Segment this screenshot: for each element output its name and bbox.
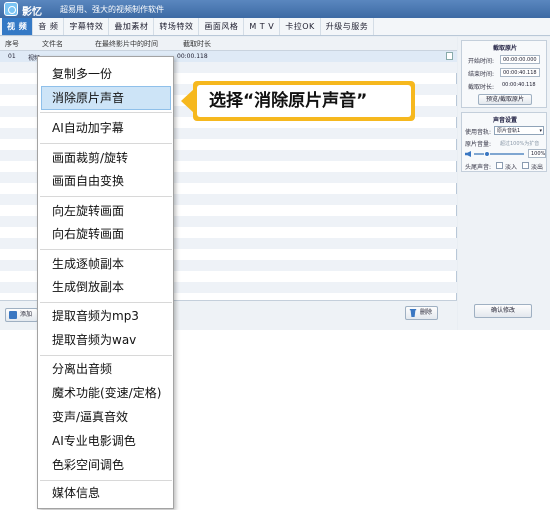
- app-logo-icon: [4, 2, 18, 16]
- trim-length-value: 00:00:40.118: [502, 82, 536, 88]
- add-video-button[interactable]: 添加: [5, 308, 39, 322]
- fade-in-label: 淡入: [505, 164, 518, 171]
- volume-value-input[interactable]: 100%: [528, 149, 546, 158]
- menu-item-separate-audio[interactable]: 分离出音频: [41, 357, 171, 381]
- add-video-label: 添加: [20, 311, 33, 318]
- start-time-input[interactable]: 00:00:00.000: [500, 55, 540, 64]
- end-time-label: 结束时间:: [468, 71, 495, 78]
- tab-karaoke[interactable]: 卡拉OK: [280, 18, 321, 35]
- volume-hint: 超过100%为扩音: [500, 141, 540, 147]
- app-name: 影忆: [22, 7, 42, 18]
- preview-trim-button[interactable]: 预览/截取原片: [478, 94, 532, 105]
- column-header-filename[interactable]: 文件名: [42, 39, 63, 49]
- trim-group: 截取原片 开始时间: 00:00:00.000 结束时间: 00:00:40.1…: [461, 40, 547, 108]
- track-label: 使用音轨:: [465, 129, 492, 136]
- end-time-input[interactable]: 00:00:40.118: [500, 68, 540, 77]
- column-header-timeline[interactable]: 在最终影片中的时间: [95, 39, 158, 49]
- menu-item-duplicate[interactable]: 复制多一份: [41, 62, 171, 86]
- menu-item-remove-original-audio[interactable]: 消除原片声音: [41, 86, 171, 110]
- trim-length-label: 截取时长:: [468, 84, 495, 91]
- menu-item-rotate-left[interactable]: 向左旋转画面: [41, 199, 171, 223]
- app-slogan: 超易用、强大的视频制作软件: [60, 5, 164, 14]
- menu-item-frame-copy[interactable]: 生成逐帧副本: [41, 252, 171, 276]
- tab-upgrade[interactable]: 升级与服务: [321, 18, 375, 35]
- menu-item-free-transform[interactable]: 画面自由变换: [41, 169, 171, 193]
- tab-video[interactable]: 视 频: [2, 18, 34, 35]
- menu-separator: [40, 249, 172, 250]
- volume-slider-handle[interactable]: [484, 151, 490, 157]
- menu-item-voice-change[interactable]: 变声/逼真音效: [41, 405, 171, 429]
- audio-group-title: 声音设置: [492, 117, 517, 124]
- menu-item-reverse-copy[interactable]: 生成倒放副本: [41, 275, 171, 299]
- tab-transitions[interactable]: 转场特效: [154, 18, 200, 35]
- trim-group-title: 截取原片: [492, 45, 517, 52]
- table-header: 序号 文件名 在最终影片中的时间 截取时长: [0, 37, 457, 51]
- menu-item-color-space[interactable]: 色彩空间调色: [41, 453, 171, 477]
- tab-subtitles[interactable]: 字幕特效: [64, 18, 110, 35]
- properties-panel: 截取原片 开始时间: 00:00:00.000 结束时间: 00:00:40.1…: [458, 37, 550, 330]
- audio-track-value: 原片音轨1: [497, 128, 521, 134]
- menu-separator: [40, 143, 172, 144]
- confirm-changes-button[interactable]: 确认修改: [474, 304, 532, 318]
- audio-settings-group: 声音设置 使用音轨: 原片音轨1 ▾ 原片音量: 超过100%为扩音 100% …: [461, 112, 547, 172]
- menu-item-extract-wav[interactable]: 提取音频为wav: [41, 328, 171, 352]
- add-video-icon: [9, 311, 17, 319]
- title-bar: 影忆 超易用、强大的视频制作软件: [0, 0, 550, 18]
- fade-label: 头尾声音:: [465, 164, 492, 171]
- menu-separator: [40, 196, 172, 197]
- instruction-callout: 选择“消除原片声音”: [193, 81, 415, 121]
- trash-icon: [409, 309, 417, 317]
- column-header-index[interactable]: 序号: [5, 39, 19, 49]
- start-time-label: 开始时间:: [468, 58, 495, 65]
- tab-overlay[interactable]: 叠加素材: [109, 18, 155, 35]
- delete-label: 删除: [420, 309, 433, 316]
- menu-item-media-info[interactable]: 媒体信息: [41, 481, 171, 505]
- menu-separator: [40, 302, 172, 303]
- audio-track-select[interactable]: 原片音轨1 ▾: [494, 126, 544, 135]
- volume-label: 原片音量:: [465, 141, 492, 148]
- callout-text: 选择“消除原片声音”: [197, 85, 411, 117]
- main-tab-bar: 视 频 音 频 字幕特效 叠加素材 转场特效 画面风格 M T V 卡拉OK 升…: [0, 18, 550, 36]
- menu-item-extract-mp3[interactable]: 提取音频为mp3: [41, 304, 171, 328]
- menu-item-crop-rotate[interactable]: 画面裁剪/旋转: [41, 146, 171, 170]
- fade-out-label: 淡出: [531, 164, 544, 171]
- tab-styles[interactable]: 画面风格: [199, 18, 245, 35]
- menu-item-magic-speed[interactable]: 魔术功能(变速/定格): [41, 381, 171, 405]
- chevron-down-icon: ▾: [539, 128, 542, 134]
- volume-icon[interactable]: [465, 151, 471, 157]
- fade-out-checkbox[interactable]: [522, 162, 529, 169]
- menu-separator: [40, 355, 172, 356]
- row-index: 01: [8, 53, 16, 60]
- row-checkbox[interactable]: [446, 52, 453, 60]
- row-duration: 00:00.118: [177, 53, 208, 60]
- menu-item-ai-color-grading[interactable]: AI专业电影调色: [41, 429, 171, 453]
- tab-audio[interactable]: 音 频: [33, 18, 65, 35]
- tab-mtv[interactable]: M T V: [244, 18, 281, 35]
- menu-item-rotate-right[interactable]: 向右旋转画面: [41, 222, 171, 246]
- menu-separator: [40, 112, 172, 113]
- delete-button[interactable]: 删除: [405, 306, 439, 320]
- fade-in-checkbox[interactable]: [496, 162, 503, 169]
- context-menu: 复制多一份 消除原片声音 AI自动加字幕 画面裁剪/旋转 画面自由变换 向左旋转…: [37, 56, 174, 509]
- menu-item-ai-subtitles[interactable]: AI自动加字幕: [41, 116, 171, 140]
- column-header-duration[interactable]: 截取时长: [183, 39, 211, 49]
- volume-slider-track[interactable]: [474, 153, 524, 155]
